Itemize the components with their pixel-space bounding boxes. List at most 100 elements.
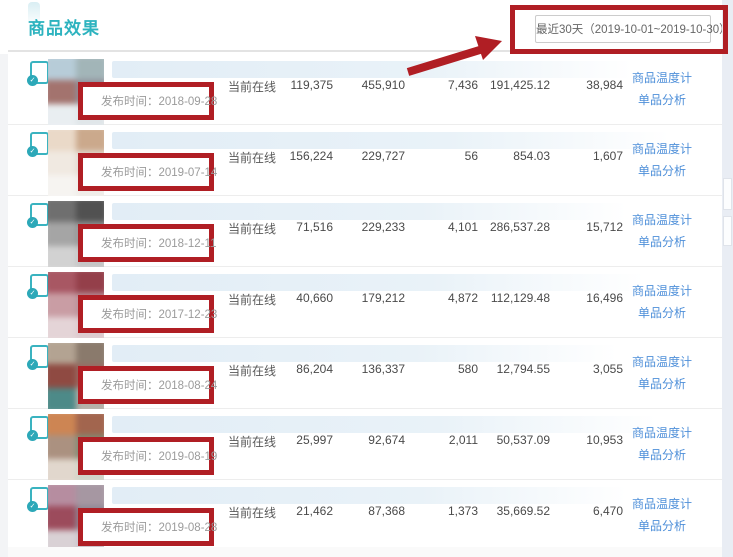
metric-value-1: 119,375: [253, 78, 333, 92]
thumb-block: [76, 485, 104, 506]
item-analysis-link[interactable]: 单品分析: [628, 515, 696, 537]
item-analysis-link[interactable]: 单品分析: [628, 444, 696, 466]
check-badge-icon: ✓: [27, 217, 38, 228]
table-row: ✓ 发布时间：2019-08-19 当前在线 25,997 92,674 2,0…: [8, 409, 722, 480]
check-badge-icon: ✓: [27, 359, 38, 370]
product-thermometer-link[interactable]: 商品温度计: [628, 493, 696, 515]
metric-value-4: 854.03: [450, 149, 550, 163]
item-analysis-link[interactable]: 单品分析: [628, 231, 696, 253]
annotation-box-publish-date: 发布时间：2018-12-11: [78, 224, 214, 262]
thumb-block: [48, 175, 76, 196]
thumb-block: [48, 80, 76, 105]
table-row: ✓ 发布时间：2018-08-24 当前在线 86,204 136,337 58…: [8, 338, 722, 409]
table-row: ✓ 发布时间：2018-12-11 当前在线 71,516 229,233 4,…: [8, 196, 722, 267]
publish-date-text: 发布时间：2019-07-14: [83, 164, 217, 180]
thumb-block: [48, 343, 76, 364]
product-thermometer-link[interactable]: 商品温度计: [628, 351, 696, 373]
thumb-block: [48, 59, 76, 80]
blurred-product-title: [112, 487, 627, 504]
date-range-select[interactable]: 最近30天（2019-10-01~2019-10-30） 15: [535, 15, 711, 43]
metric-value-5: 16,496: [543, 291, 623, 305]
metric-value-1: 21,462: [253, 504, 333, 518]
metric-value-1: 156,224: [253, 149, 333, 163]
product-thermometer-link[interactable]: 商品温度计: [628, 67, 696, 89]
annotation-box-publish-date: 发布时间：2019-08-28: [78, 508, 214, 546]
row-action-links: 商品温度计 单品分析: [628, 138, 696, 182]
metric-value-5: 38,984: [543, 78, 623, 92]
metric-value-4: 286,537.28: [450, 220, 550, 234]
metric-value-1: 71,516: [253, 220, 333, 234]
right-edge-block: [723, 178, 732, 210]
metric-value-5: 1,607: [543, 149, 623, 163]
device-check-icon: ✓: [30, 203, 49, 226]
thumb-block: [48, 246, 76, 267]
thumb-block: [48, 435, 76, 460]
annotation-box-publish-date: 发布时间：2019-08-19: [78, 437, 214, 475]
row-action-links: 商品温度计 单品分析: [628, 493, 696, 537]
annotation-box-publish-date: 发布时间：2017-12-23: [78, 295, 214, 333]
product-thermometer-link[interactable]: 商品温度计: [628, 209, 696, 231]
metric-value-4: 50,537.09: [450, 433, 550, 447]
table-row: ✓ 发布时间：2019-08-28 当前在线 21,462 87,368 1,3…: [8, 480, 722, 551]
blurred-product-title: [112, 61, 632, 78]
row-action-links: 商品温度计 单品分析: [628, 351, 696, 395]
thumb-block: [76, 414, 104, 435]
thumb-block: [48, 459, 76, 480]
row-action-links: 商品温度计 单品分析: [628, 67, 696, 111]
device-check-icon: ✓: [30, 274, 49, 297]
thumb-block: [48, 388, 76, 409]
item-analysis-link[interactable]: 单品分析: [628, 160, 696, 182]
row-action-links: 商品温度计 单品分析: [628, 280, 696, 324]
metric-value-2: 92,674: [325, 433, 405, 447]
metric-value-2: 136,337: [325, 362, 405, 376]
product-thermometer-link[interactable]: 商品温度计: [628, 138, 696, 160]
device-check-icon: ✓: [30, 61, 49, 84]
thumb-block: [48, 104, 76, 125]
metric-value-2: 229,233: [325, 220, 405, 234]
page-right-margin: [722, 0, 733, 557]
annotation-box-publish-date: 发布时间：2019-07-14: [78, 153, 214, 191]
publish-date-text: 发布时间：2019-08-28: [83, 519, 217, 535]
publish-date-text: 发布时间：2019-08-19: [83, 448, 217, 464]
device-check-icon: ✓: [30, 345, 49, 368]
thumb-block: [76, 59, 104, 80]
right-edge-block: [723, 216, 732, 246]
row-action-links: 商品温度计 单品分析: [628, 209, 696, 253]
table-row: ✓ 发布时间：2017-12-23 当前在线 40,660 179,212 4,…: [8, 267, 722, 338]
item-analysis-link[interactable]: 单品分析: [628, 302, 696, 324]
product-thermometer-link[interactable]: 商品温度计: [628, 280, 696, 302]
item-analysis-link[interactable]: 单品分析: [628, 373, 696, 395]
metric-value-1: 86,204: [253, 362, 333, 376]
blurred-product-title: [112, 203, 627, 220]
thumb-block: [48, 201, 76, 222]
device-check-icon: ✓: [30, 487, 49, 510]
thumb-block: [48, 222, 76, 247]
product-thermometer-link[interactable]: 商品温度计: [628, 422, 696, 444]
bottom-padding: [8, 547, 722, 557]
product-table: ✓ 发布时间：2018-09-28 当前在线 119,375 455,910 7…: [8, 54, 722, 551]
device-check-icon: ✓: [30, 416, 49, 439]
date-range-value: 最近30天（2019-10-01~2019-10-30）: [536, 16, 731, 42]
blurred-product-title: [112, 345, 617, 362]
check-badge-icon: ✓: [27, 501, 38, 512]
annotation-box-publish-date: 发布时间：2018-09-28: [78, 82, 214, 120]
thumb-block: [48, 293, 76, 318]
metric-value-5: 10,953: [543, 433, 623, 447]
blurred-product-title: [112, 416, 657, 433]
thumb-block: [76, 343, 104, 364]
publish-date-text: 发布时间：2018-12-11: [83, 235, 216, 251]
device-check-icon: ✓: [30, 132, 49, 155]
publish-date-text: 发布时间：2018-08-24: [83, 377, 217, 393]
metric-value-4: 12,794.55: [450, 362, 550, 376]
blurred-product-title: [112, 274, 644, 291]
thumb-block: [76, 201, 104, 222]
check-badge-icon: ✓: [27, 288, 38, 299]
metric-value-2: 455,910: [325, 78, 405, 92]
metric-value-5: 6,470: [543, 504, 623, 518]
thumb-block: [76, 272, 104, 293]
metric-value-2: 87,368: [325, 504, 405, 518]
thumb-block: [48, 485, 76, 506]
item-analysis-link[interactable]: 单品分析: [628, 89, 696, 111]
check-badge-icon: ✓: [27, 75, 38, 86]
annotation-box-publish-date: 发布时间：2018-08-24: [78, 366, 214, 404]
